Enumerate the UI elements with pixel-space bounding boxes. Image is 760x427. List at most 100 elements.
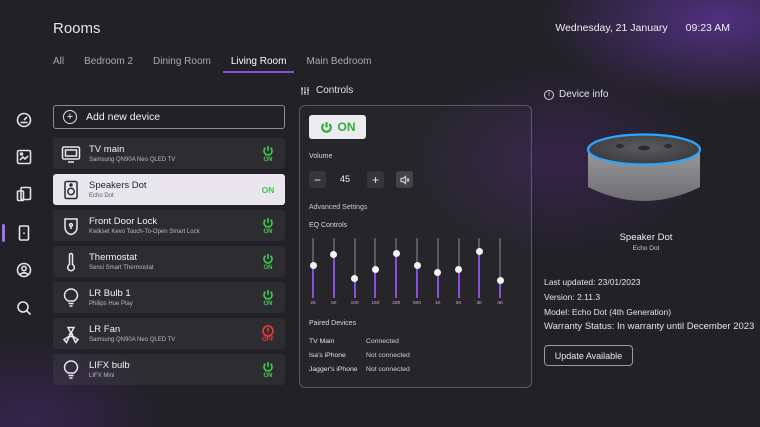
power-toggle[interactable]: ON	[251, 185, 285, 195]
tab-living-room[interactable]: Living Room	[222, 56, 295, 73]
bulb-icon	[53, 287, 89, 308]
update-available-button[interactable]: Update Available	[544, 345, 633, 366]
plus-icon: +	[63, 110, 77, 124]
info-icon: i	[544, 89, 554, 100]
power-toggle[interactable]: OFF	[251, 324, 285, 343]
eq-band-label: 150	[371, 301, 380, 306]
controls-title: Controls	[316, 85, 354, 96]
eq-band-label: 100	[350, 301, 359, 306]
date-label: Wednesday, 21 January	[555, 22, 668, 34]
eq-band-label: 4K	[497, 301, 504, 306]
status-label: ON	[263, 229, 273, 235]
volume-down-button[interactable]: −	[309, 171, 326, 188]
status-label: ON	[263, 301, 273, 307]
device-item-lr-bulb-1[interactable]: LR Bulb 1 Philips Hue Play ON	[53, 282, 285, 313]
eq-fill	[416, 265, 418, 298]
devices-icon[interactable]	[14, 184, 34, 204]
eq-slider-knob[interactable]	[455, 266, 463, 274]
search-icon[interactable]	[14, 298, 34, 318]
model: Model: Echo Dot (4th Generation)	[544, 307, 672, 317]
room-tabs: All Bedroom 2 Dining Room Living Room Ma…	[53, 56, 391, 73]
eq-slider-knob[interactable]	[413, 261, 421, 269]
dashboard-icon[interactable]	[14, 110, 34, 130]
device-model: Samsung QN90A Neo QLED TV	[89, 157, 176, 164]
power-toggle[interactable]: ON	[251, 288, 285, 307]
device-selected-icon[interactable]	[14, 223, 34, 243]
version: Version: 2.11.3	[544, 292, 601, 302]
speaker-icon	[53, 180, 89, 200]
eq-fill	[332, 254, 335, 298]
tab-bedroom-2[interactable]: Bedroom 2	[84, 56, 133, 73]
eq-slider-knob[interactable]	[371, 265, 379, 273]
volume-label: Volume	[309, 153, 333, 160]
eq-slider-knob[interactable]	[496, 276, 504, 284]
sliders-icon	[301, 86, 309, 95]
paired-device-name: TV Main	[309, 338, 335, 345]
eq-band-label: 50	[331, 301, 337, 306]
paired-device-status: Not connected	[366, 366, 410, 373]
tab-all[interactable]: All	[53, 56, 64, 73]
device-name: LR Fan	[89, 323, 121, 335]
eq-slider-knob[interactable]	[392, 249, 400, 257]
power-toggle[interactable]: ON	[251, 144, 285, 163]
add-new-device-button[interactable]: + Add new device	[53, 105, 285, 129]
device-item-front-door-lock[interactable]: Front Door Lock Kwikset Kevo Touch-To-Op…	[53, 210, 285, 241]
eq-band-label: 1K	[434, 301, 441, 306]
tab-dining-room[interactable]: Dining Room	[153, 56, 211, 73]
paired-device-name: Isa's iPhone	[309, 352, 346, 359]
volume-value: 45	[340, 174, 351, 184]
power-button[interactable]: ON	[309, 115, 366, 139]
mute-button[interactable]	[396, 171, 413, 188]
power-icon	[262, 144, 274, 156]
eq-fill	[457, 269, 460, 298]
device-model: Samsung QN90A Neo QLED TV	[89, 337, 176, 344]
power-icon	[262, 288, 274, 300]
device-model: Philips Hue Play	[89, 301, 133, 308]
device-item-lifx-bulb[interactable]: LIFX bulb LIFX Mini ON	[53, 354, 285, 385]
time-label: 09:23 AM	[685, 22, 730, 34]
bulb-icon	[53, 359, 89, 380]
eq-fill	[312, 265, 314, 298]
eq-band-label: 300	[392, 301, 401, 306]
tab-main-bedroom[interactable]: Main Bedroom	[306, 56, 371, 73]
device-model: LIFX Mini	[89, 373, 115, 380]
eq-slider-knob[interactable]	[330, 251, 338, 259]
eq-slider-knob[interactable]	[351, 275, 359, 283]
status-label: OFF	[262, 337, 274, 343]
device-info-model: Echo Dot	[632, 245, 660, 252]
speaker-mute-icon	[399, 174, 409, 185]
device-item-speakers-dot[interactable]: Speakers Dot Echo Dot ON	[53, 174, 285, 205]
warranty-status: Warranty Status: In warranty until Decem…	[544, 321, 755, 332]
device-name: Front Door Lock	[89, 215, 158, 227]
eq-controls-label: EQ Controls	[309, 222, 348, 229]
status-label: ON	[261, 184, 275, 195]
advanced-settings-label: Advanced Settings	[309, 204, 368, 211]
power-icon	[262, 360, 274, 372]
eq-slider-knob[interactable]	[475, 247, 483, 255]
eq-band-label: 3K	[476, 301, 483, 306]
eq-slider-knob[interactable]	[434, 269, 442, 277]
volume-up-button[interactable]: +	[367, 171, 384, 188]
power-toggle[interactable]: ON	[251, 360, 285, 379]
power-toggle[interactable]: ON	[251, 252, 285, 271]
device-name: LR Bulb 1	[89, 287, 131, 299]
gallery-icon[interactable]	[14, 147, 34, 167]
device-info-name: Speaker Dot	[619, 232, 673, 243]
device-name: TV main	[89, 143, 125, 155]
datetime: Wednesday, 21 January 09:23 AM	[555, 22, 730, 34]
power-off-icon	[262, 324, 274, 337]
paired-device-status: Not connected	[366, 352, 410, 359]
thermometer-icon	[53, 252, 89, 272]
power-toggle[interactable]: ON	[251, 216, 285, 235]
status-label: ON	[263, 373, 273, 379]
tv-icon	[53, 144, 89, 164]
eq-slider-knob[interactable]	[309, 261, 317, 269]
device-item-lr-fan[interactable]: LR Fan Samsung QN90A Neo QLED TV OFF	[53, 318, 285, 349]
device-item-tv-main[interactable]: TV main Samsung QN90A Neo QLED TV ON	[53, 138, 285, 169]
device-item-thermostat[interactable]: Thermostat Sensi Smart Thermostat ON	[53, 246, 285, 277]
fan-icon	[53, 324, 89, 344]
eq-fill	[478, 251, 481, 298]
eq-fill	[374, 269, 377, 298]
power-icon	[262, 252, 274, 264]
user-icon[interactable]	[14, 260, 34, 280]
